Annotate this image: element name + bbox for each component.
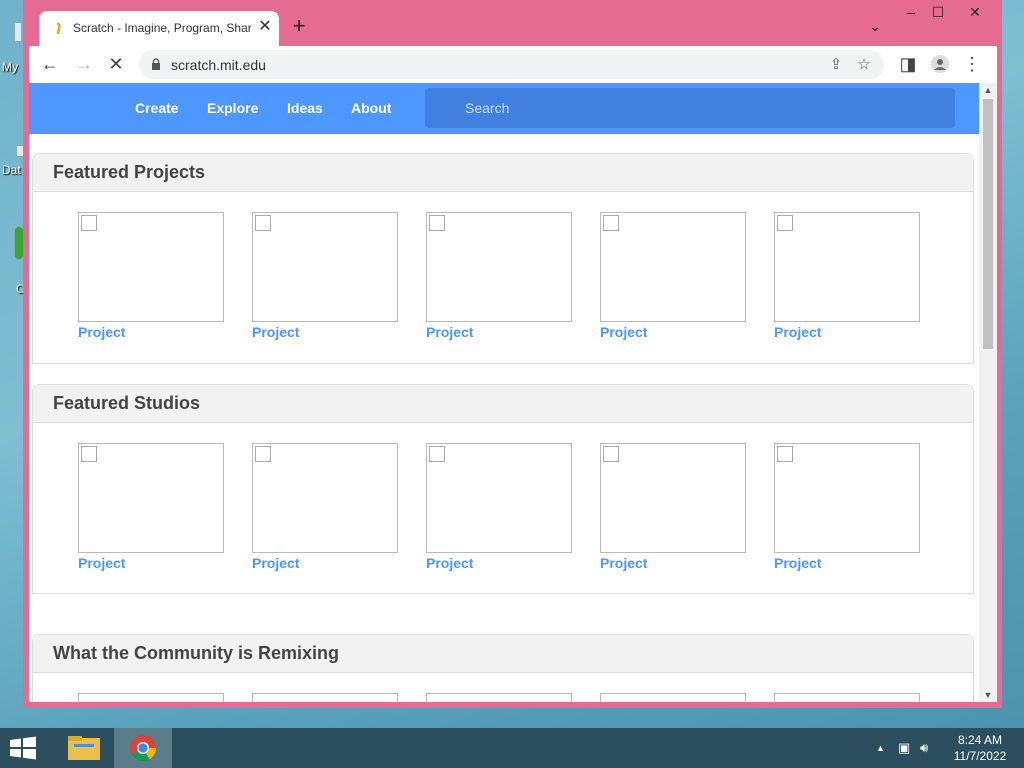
studio-title-link[interactable]: Project xyxy=(600,555,647,571)
scroll-down-icon[interactable]: ▼ xyxy=(979,688,997,702)
studio-title-link[interactable]: Project xyxy=(78,555,125,571)
file-explorer-icon[interactable] xyxy=(56,728,114,768)
chrome-taskbar-icon[interactable] xyxy=(114,728,172,768)
project-thumbnail[interactable] xyxy=(252,693,398,702)
address-bar[interactable]: scratch.mit.edu ⇪ ☆ xyxy=(139,50,884,79)
nav-explore[interactable]: Explore xyxy=(207,100,258,116)
section-title: Featured Projects xyxy=(53,162,206,182)
broken-image-icon xyxy=(255,446,271,462)
profile-icon[interactable] xyxy=(927,52,953,76)
tab-search-icon[interactable]: ⌄ xyxy=(861,18,889,35)
project-thumbnail[interactable] xyxy=(600,693,746,702)
nav-about[interactable]: About xyxy=(351,100,391,116)
bookmark-star-icon[interactable]: ☆ xyxy=(853,54,875,76)
scroll-up-icon[interactable]: ▲ xyxy=(979,83,997,97)
browser-tab[interactable]: Scratch - Imagine, Program, Shar ✕ xyxy=(39,11,279,47)
volume-icon[interactable]: 🔊︎ xyxy=(920,740,928,756)
broken-image-icon xyxy=(777,215,793,231)
section-title: Featured Studios xyxy=(53,393,201,413)
studio-thumbnail[interactable] xyxy=(600,443,746,553)
nav-create[interactable]: Create xyxy=(135,100,179,116)
vertical-scrollbar[interactable]: ▲ ▼ xyxy=(979,83,997,702)
browser-window: Scratch - Imagine, Program, Shar ✕ + ⌄ –… xyxy=(23,0,1002,708)
project-title-link[interactable]: Project xyxy=(774,324,821,340)
minimize-icon[interactable]: – xyxy=(897,4,925,20)
project-thumbnail[interactable] xyxy=(252,212,398,322)
broken-image-icon xyxy=(777,446,793,462)
show-hidden-icons-icon[interactable]: ▲ xyxy=(876,743,885,753)
studio-thumbnail[interactable] xyxy=(252,443,398,553)
kebab-menu-icon[interactable]: ⋮ xyxy=(959,52,985,76)
project-title-link[interactable]: Project xyxy=(426,324,473,340)
close-tab-icon[interactable]: ✕ xyxy=(257,19,273,35)
studio-thumbnail[interactable] xyxy=(78,443,224,553)
box-header: Featured Projects xyxy=(33,154,973,192)
desktop-icon-label-my: My xyxy=(2,60,18,74)
studio-title-link[interactable]: Project xyxy=(252,555,299,571)
side-panel-icon[interactable]: ◨ xyxy=(895,52,921,76)
studio-thumbnail[interactable] xyxy=(774,443,920,553)
project-thumbnail[interactable] xyxy=(78,212,224,322)
windows-start-icon[interactable] xyxy=(8,736,38,760)
community-remixing-box: What the Community is Remixing xyxy=(32,634,974,702)
forward-arrow-icon[interactable]: → xyxy=(71,52,97,76)
project-title-link[interactable]: Project xyxy=(252,324,299,340)
project-thumbnail[interactable] xyxy=(426,693,572,702)
featured-studios-box: Featured Studios Project Project Project… xyxy=(32,384,974,594)
broken-image-icon xyxy=(255,215,271,231)
lock-icon[interactable] xyxy=(151,58,161,70)
back-arrow-icon[interactable]: ← xyxy=(37,52,63,76)
maximize-icon[interactable]: ☐ xyxy=(924,4,952,21)
clock-time: 8:24 AM xyxy=(957,733,1003,747)
broken-image-icon xyxy=(81,446,97,462)
stop-loading-icon[interactable]: ✕ xyxy=(103,52,129,76)
browser-toolbar: ← → ✕ scratch.mit.edu ⇪ ☆ ◨ ⋮ xyxy=(29,46,997,83)
scratch-favicon-icon xyxy=(56,22,61,35)
project-title-link[interactable]: Project xyxy=(78,324,125,340)
windows-taskbar: ▲ ▣ 🔊︎ 8:24 AM 11/7/2022 xyxy=(0,728,1024,768)
broken-image-icon xyxy=(603,215,619,231)
search-placeholder: Search xyxy=(465,100,510,116)
broken-image-icon xyxy=(429,446,445,462)
nav-ideas[interactable]: Ideas xyxy=(287,100,323,116)
studio-title-link[interactable]: Project xyxy=(774,555,821,571)
project-thumbnail[interactable] xyxy=(774,693,920,702)
broken-image-icon xyxy=(429,215,445,231)
close-window-icon[interactable]: ✕ xyxy=(961,4,989,21)
studio-thumbnail[interactable] xyxy=(426,443,572,553)
broken-image-icon xyxy=(81,215,97,231)
scrollbar-thumb[interactable] xyxy=(983,99,993,349)
page-viewport: Create Explore Ideas About Search Featur… xyxy=(29,83,997,702)
new-tab-icon[interactable]: + xyxy=(289,15,309,37)
url-text[interactable]: scratch.mit.edu xyxy=(171,57,266,73)
section-title: What the Community is Remixing xyxy=(53,643,340,663)
tab-title: Scratch - Imagine, Program, Shar xyxy=(73,21,251,35)
project-thumbnail[interactable] xyxy=(600,212,746,322)
computer-icon[interactable] xyxy=(14,22,22,42)
network-icon[interactable]: ▣ xyxy=(898,740,910,756)
clock-date: 11/7/2022 xyxy=(953,749,1007,763)
project-title-link[interactable]: Project xyxy=(600,324,647,340)
project-thumbnail[interactable] xyxy=(78,693,224,702)
box-header: What the Community is Remixing xyxy=(33,635,973,673)
taskbar-clock[interactable]: 8:24 AM 11/7/2022 xyxy=(948,732,1012,764)
scratch-navbar: Create Explore Ideas About Search xyxy=(29,83,979,134)
project-thumbnail[interactable] xyxy=(426,212,572,322)
box-header: Featured Studios xyxy=(33,385,973,423)
desktop-icon-label-dat: Dat xyxy=(2,163,21,177)
broken-image-icon xyxy=(603,446,619,462)
studio-title-link[interactable]: Project xyxy=(426,555,473,571)
project-thumbnail[interactable] xyxy=(774,212,920,322)
featured-projects-box: Featured Projects Project Project Projec… xyxy=(32,153,974,364)
share-icon[interactable]: ⇪ xyxy=(825,54,847,76)
search-input[interactable]: Search xyxy=(425,88,955,128)
